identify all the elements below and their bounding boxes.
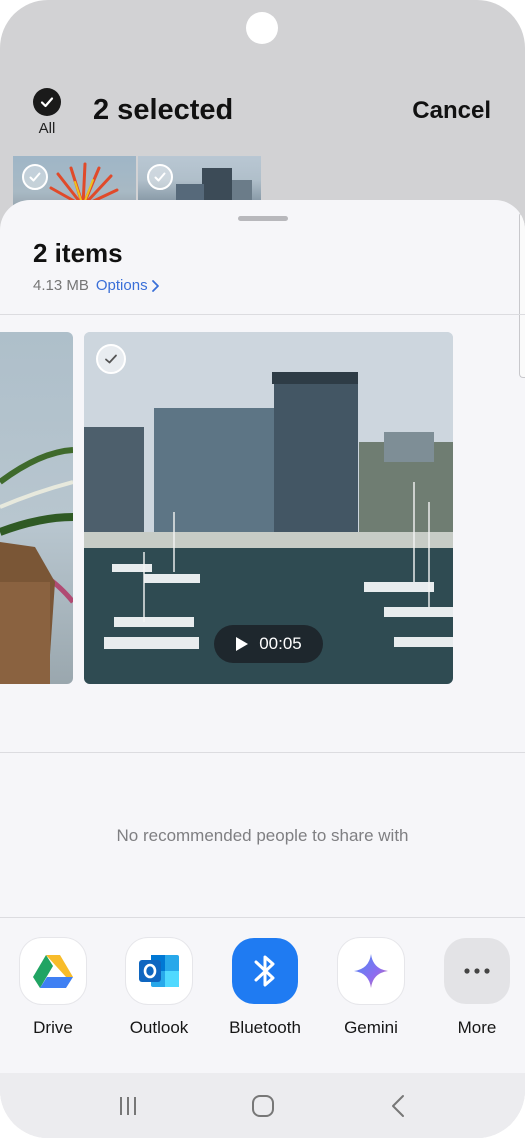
recent-apps-icon[interactable] bbox=[103, 1086, 153, 1126]
share-app-bluetooth[interactable]: Bluetooth bbox=[229, 938, 301, 1038]
share-app-more[interactable]: More bbox=[442, 938, 512, 1038]
outlook-icon bbox=[126, 938, 192, 1004]
google-drive-icon bbox=[20, 938, 86, 1004]
share-app-label: Gemini bbox=[344, 1018, 398, 1037]
video-duration-badge[interactable]: 00:05 bbox=[214, 625, 323, 663]
selected-check-icon[interactable] bbox=[96, 344, 126, 374]
home-icon[interactable] bbox=[238, 1086, 288, 1126]
divider bbox=[0, 314, 525, 315]
share-apps-row: Drive Outlook Bluetooth Gemini More bbox=[0, 938, 525, 1038]
share-app-outlook[interactable]: Outlook bbox=[124, 938, 194, 1038]
play-icon bbox=[236, 637, 249, 651]
share-app-label: Outlook bbox=[129, 1018, 189, 1037]
select-all-label: All bbox=[38, 120, 56, 137]
selected-check-icon bbox=[22, 164, 48, 190]
chevron-right-icon bbox=[151, 279, 159, 292]
items-count-title: 2 items bbox=[33, 238, 123, 268]
selection-count-title: 2 selected bbox=[93, 94, 234, 126]
size-info: 4.13 MB Options bbox=[33, 277, 160, 294]
system-navigation-bar bbox=[0, 1073, 525, 1138]
share-app-drive[interactable]: Drive bbox=[18, 938, 88, 1038]
preview-plant-image[interactable] bbox=[0, 332, 73, 684]
divider bbox=[0, 752, 525, 753]
sheet-drag-handle[interactable] bbox=[238, 216, 288, 221]
share-bottom-sheet: 2 items 4.13 MB Options 00:05 No recomme… bbox=[0, 200, 525, 1138]
total-size-text: 4.13 MB bbox=[33, 277, 89, 294]
selected-check-icon bbox=[147, 164, 173, 190]
select-all-toggle[interactable]: All bbox=[30, 88, 64, 137]
share-app-label: Drive bbox=[33, 1018, 73, 1037]
more-dots-icon bbox=[444, 938, 510, 1004]
front-camera bbox=[246, 12, 278, 44]
options-label: Options bbox=[95, 277, 148, 294]
media-preview-carousel[interactable]: 00:05 bbox=[0, 332, 525, 684]
share-app-label: Bluetooth bbox=[229, 1018, 301, 1037]
video-duration-text: 00:05 bbox=[259, 634, 302, 653]
cancel-button[interactable]: Cancel bbox=[412, 97, 491, 125]
divider bbox=[0, 917, 525, 918]
bluetooth-icon bbox=[232, 938, 298, 1004]
phone-screen: All 2 selected Cancel 2 items 4.13 MB Op… bbox=[0, 0, 525, 1138]
share-app-gemini[interactable]: Gemini bbox=[336, 938, 406, 1038]
preview-harbor-video[interactable]: 00:05 bbox=[84, 332, 453, 684]
check-circle-icon bbox=[33, 88, 61, 116]
no-recommendations-text: No recommended people to share with bbox=[116, 826, 409, 845]
gemini-icon bbox=[338, 938, 404, 1004]
back-icon[interactable] bbox=[373, 1086, 423, 1126]
options-link[interactable]: Options bbox=[96, 277, 160, 294]
share-app-label: More bbox=[457, 1018, 497, 1037]
